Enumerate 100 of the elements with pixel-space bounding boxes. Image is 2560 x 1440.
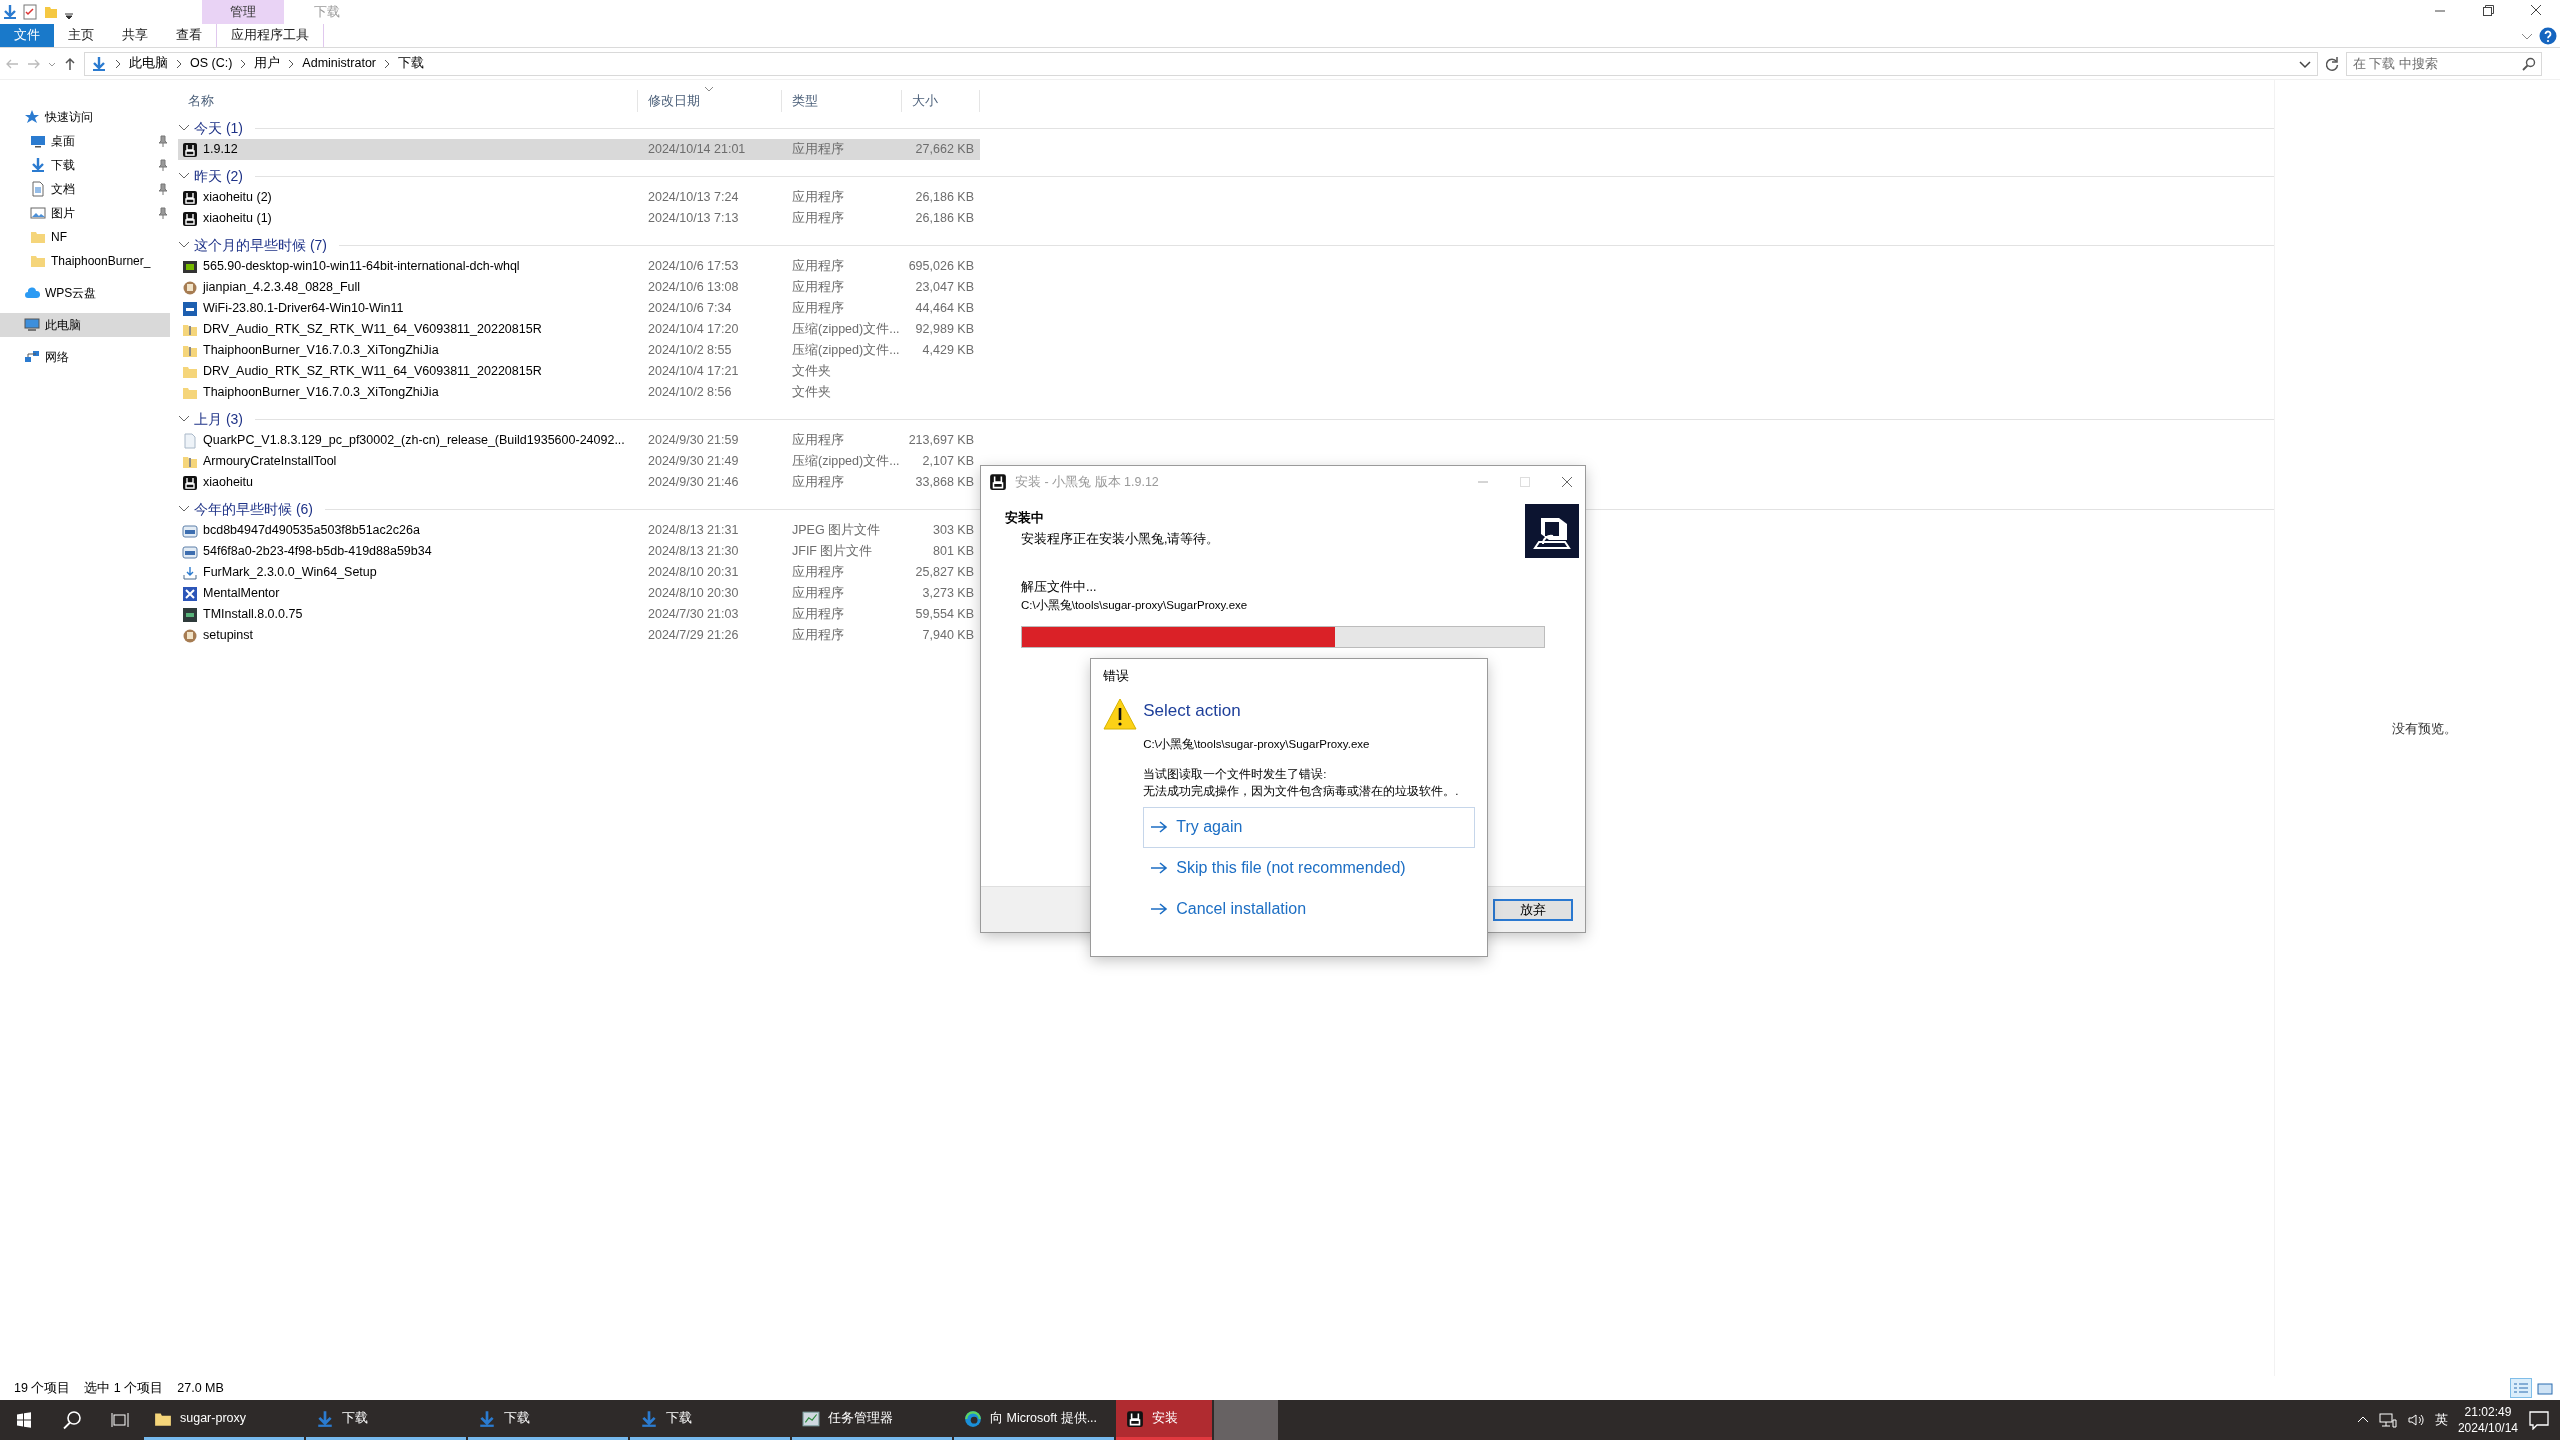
file-row[interactable]: ArmouryCrateInstallTool 2024/9/30 21:49 压缩(zipped)文件... 2,107 KB <box>178 451 980 472</box>
ribbon-tab[interactable]: 应用程序工具 <box>216 24 324 47</box>
command-link[interactable]: Try again <box>1143 806 1476 848</box>
file-row[interactable]: jianpian_4.2.3.48_0828_Full 2024/10/6 13:08 应用程序 23,047 KB <box>178 277 980 298</box>
chevron-icon[interactable] <box>240 58 247 69</box>
file-name: FurMark_2.3.0.0_Win64_Setup <box>203 564 377 582</box>
date-cell-text: 2024/10/6 7:34 <box>647 300 733 318</box>
group-header[interactable]: 上月 (3) <box>194 408 243 430</box>
command-link[interactable]: Skip this file (not recommended) <box>1143 847 1476 889</box>
refresh-icon[interactable] <box>2324 55 2340 72</box>
clock-date[interactable]: 2024/10/14 <box>2457 1420 2518 1436</box>
properties-icon[interactable] <box>23 4 38 20</box>
chevron-icon[interactable] <box>115 58 121 69</box>
size-cell-text: 695,026 KB <box>907 258 975 276</box>
arrow-icon <box>1150 820 1169 835</box>
folder-icon <box>30 253 46 269</box>
command-link[interactable]: Cancel installation <box>1143 888 1476 930</box>
nav-item[interactable]: 桌面 <box>0 129 170 153</box>
network-icon[interactable] <box>2378 1412 2397 1428</box>
nav-item[interactable]: 网络 <box>0 345 170 369</box>
cancel-button[interactable]: 放弃 <box>1493 898 1573 921</box>
file-row[interactable]: TMInstall.8.0.0.75 2024/7/30 21:03 应用程序 59,554 KB <box>178 604 980 625</box>
group-header[interactable]: 今年的早些时候 (6) <box>194 498 313 520</box>
type-cell-text: 应用程序 <box>791 210 845 228</box>
download-icon <box>91 55 107 72</box>
search-icon[interactable] <box>62 1410 82 1430</box>
network-icon <box>24 349 40 365</box>
type-cell-text: 文件夹 <box>791 384 832 402</box>
breadcrumb-item[interactable]: 下载 <box>398 54 424 73</box>
column-header[interactable]: 修改日期 <box>638 90 782 112</box>
size-cell-text: 25,827 KB <box>914 564 975 582</box>
group-header[interactable]: 这个月的早些时候 (7) <box>194 234 327 256</box>
volume-icon[interactable] <box>2406 1412 2425 1428</box>
chevron-icon[interactable] <box>384 58 390 69</box>
type-cell-text: 应用程序 <box>791 474 845 492</box>
type-cell-text: JPEG 图片文件 <box>791 522 882 540</box>
notification-icon[interactable] <box>2528 1410 2550 1430</box>
breadcrumb-item[interactable]: Administrator <box>302 54 376 73</box>
column-header[interactable]: 大小 <box>902 90 980 112</box>
close-icon[interactable] <box>1561 476 1573 488</box>
breadcrumb-item[interactable]: 此电脑 <box>129 54 168 73</box>
file-row[interactable]: xiaoheitu (1) 2024/10/13 7:13 应用程序 26,186 KB <box>178 208 980 229</box>
file-row[interactable]: ThaiphoonBurner_V16.7.0.3_XiTongZhiJia 2024/10/2 8:55 压缩(zipped)文件... 4,429 KB <box>178 340 980 361</box>
column-header[interactable]: 名称 <box>178 90 638 112</box>
chevron-icon[interactable] <box>176 58 182 69</box>
file-row[interactable]: WiFi-23.80.1-Driver64-Win10-Win11 2024/10/6 7:34 应用程序 44,464 KB <box>178 298 980 319</box>
nav-item[interactable]: 快速访问 <box>0 105 170 129</box>
type-cell-text: 压缩(zipped)文件... <box>791 321 901 339</box>
nav-item[interactable]: 图片 <box>0 201 170 225</box>
nav-item[interactable]: ThaiphoonBurner_ <box>0 249 170 273</box>
type-cell-text: 应用程序 <box>791 279 845 297</box>
search-field[interactable]: 在 下载 中搜索 <box>2346 51 2542 76</box>
start-icon[interactable] <box>16 1412 32 1428</box>
file-row[interactable]: bcd8b4947d490535a503f8b51ac2c26a 2024/8/13 21:31 JPEG 图片文件 303 KB <box>178 520 980 541</box>
file-row[interactable]: 54f6f8a0-2b23-4f98-b5db-419d88a59b34 2024/8/13 21:30 JFIF 图片文件 801 KB <box>178 541 980 562</box>
file-row[interactable]: FurMark_2.3.0.0_Win64_Setup 2024/8/10 20:31 应用程序 25,827 KB <box>178 562 980 583</box>
breadcrumb-item[interactable]: OS (C:) <box>190 54 233 73</box>
file-row[interactable]: MentalMentor 2024/8/10 20:30 应用程序 3,273 KB <box>178 583 980 604</box>
file-row[interactable]: DRV_Audio_RTK_SZ_RTK_W11_64_V6093811_20220815R 2024/10/4 17:21 文件夹 <box>178 361 980 382</box>
file-row[interactable]: xiaoheitu 2024/9/30 21:46 应用程序 33,868 KB <box>178 472 980 493</box>
nav-item[interactable]: 此电脑 <box>0 313 170 337</box>
file-name: DRV_Audio_RTK_SZ_RTK_W11_64_V6093811_20220815R <box>203 321 542 339</box>
item-count: 19 个项目 <box>14 1379 71 1397</box>
file-row[interactable]: QuarkPC_V1.8.3.129_pc_pf30002_(zh-cn)_release_(Build1935600-24092... 2024/9/30 21:59 应用程序 213,697 KB <box>178 430 980 451</box>
date-cell-text: 2024/10/2 8:55 <box>647 342 733 360</box>
taskbar-button[interactable]: 安装 <box>1116 1400 1212 1440</box>
ribbon-tab[interactable]: 文件 <box>0 24 54 47</box>
date-cell-text: 2024/10/13 7:13 <box>647 210 740 228</box>
ribbon-tab[interactable]: 共享 <box>108 24 162 47</box>
type-cell-text: 应用程序 <box>791 141 845 159</box>
file-row[interactable]: xiaoheitu (2) 2024/10/13 7:24 应用程序 26,186 KB <box>178 187 980 208</box>
nav-item[interactable]: 下载 <box>0 153 170 177</box>
file-row[interactable]: 1.9.12 2024/10/14 21:01 应用程序 27,662 KB <box>178 139 980 160</box>
nav-item[interactable]: 文档 <box>0 177 170 201</box>
group-header[interactable]: 昨天 (2) <box>194 165 243 187</box>
search-icon[interactable] <box>2522 56 2536 71</box>
size-cell-text: 801 KB <box>932 543 975 561</box>
type-cell-text: 应用程序 <box>791 300 845 318</box>
help-icon[interactable] <box>2538 26 2557 45</box>
download-icon[interactable] <box>3 4 18 20</box>
download-icon <box>316 1409 334 1428</box>
input-method-indicator[interactable]: 英 <box>2434 1410 2448 1430</box>
column-header[interactable]: 类型 <box>782 90 902 112</box>
task-view-icon[interactable] <box>110 1411 130 1429</box>
file-row[interactable]: DRV_Audio_RTK_SZ_RTK_W11_64_V6093811_20220815R 2024/10/4 17:20 压缩(zipped)文件... 92,989 KB <box>178 319 980 340</box>
group-header[interactable]: 今天 (1) <box>194 117 243 139</box>
file-row[interactable]: setupinst 2024/7/29 21:26 应用程序 7,940 KB <box>178 625 980 646</box>
file-name: 1.9.12 <box>203 141 238 159</box>
nav-item[interactable]: NF <box>0 225 170 249</box>
chevron-icon[interactable] <box>288 58 295 69</box>
file-row[interactable]: ThaiphoonBurner_V16.7.0.3_XiTongZhiJia 2024/10/2 8:56 文件夹 <box>178 382 980 403</box>
breadcrumb-item[interactable]: 用户 <box>254 54 281 73</box>
dialog-title: 错误 <box>1103 668 1130 685</box>
file-row[interactable]: 565.90-desktop-win10-win11-64bit-international-dch-whql 2024/10/6 17:53 应用程序 695,026 KB <box>178 256 980 277</box>
address-bar[interactable]: 此电脑 OS (C:) 用户 Administrator 下载 <box>84 51 2318 76</box>
ribbon-tab[interactable]: 主页 <box>54 24 108 47</box>
clock-time[interactable]: 21:02:49 <box>2464 1404 2512 1420</box>
nav-item[interactable]: WPS云盘 <box>0 281 170 305</box>
warning-icon <box>1103 698 1137 731</box>
ribbon-tab[interactable]: 查看 <box>162 24 216 47</box>
